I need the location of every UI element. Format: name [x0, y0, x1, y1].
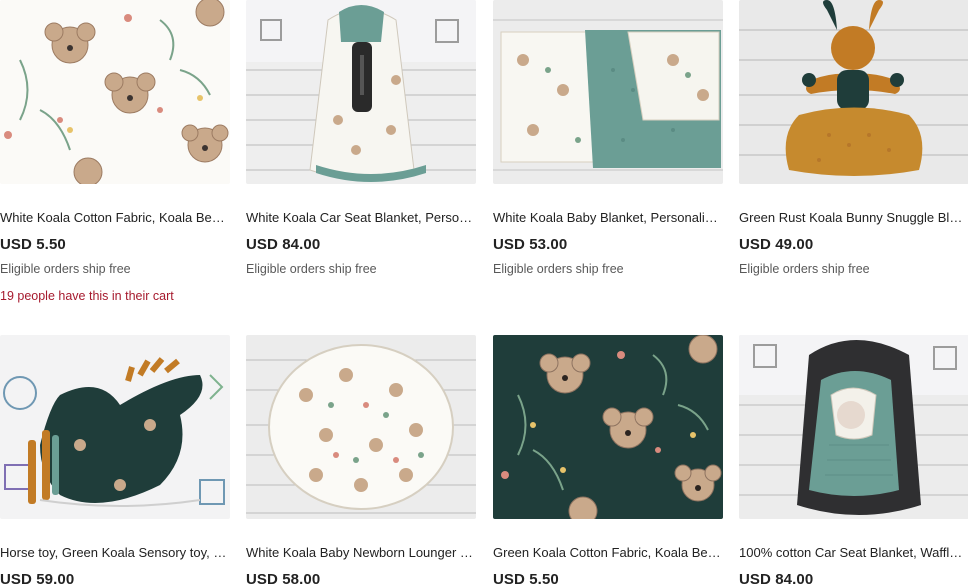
listing-card[interactable]: White Koala Baby Blanket, Personalized..… [493, 0, 723, 276]
listing-card[interactable]: Horse toy, Green Koala Sensory toy, Plu.… [0, 335, 230, 588]
listing-price: USD 53.00 [493, 236, 568, 253]
listing-card[interactable]: White Koala Car Seat Blanket, Personali.… [246, 0, 476, 276]
listing-title[interactable]: 100% cotton Car Seat Blanket, Waffle a..… [739, 545, 968, 561]
listing-image-horse-sensory-toy[interactable] [0, 335, 230, 519]
shipping-note: Eligible orders ship free [0, 262, 131, 276]
shipping-note: Eligible orders ship free [246, 262, 377, 276]
listing-price: USD 58.00 [246, 571, 321, 588]
shipping-note: Eligible orders ship free [739, 262, 870, 276]
listing-card[interactable]: 100% cotton Car Seat Blanket, Waffle a..… [739, 335, 968, 588]
listing-price: USD 5.50 [0, 236, 66, 253]
listing-title[interactable]: White Koala Car Seat Blanket, Personali.… [246, 210, 476, 226]
listing-card[interactable]: Green Rust Koala Bunny Snuggle Blank... … [739, 0, 968, 276]
listing-image-baby-blanket-minky[interactable] [493, 0, 723, 184]
listing-image-newborn-lounger[interactable] [246, 335, 476, 519]
listing-price: USD 59.00 [0, 571, 75, 588]
listing-card[interactable]: Green Koala Cotton Fabric, Koala Bears..… [493, 335, 723, 588]
listing-title[interactable]: Horse toy, Green Koala Sensory toy, Plu.… [0, 545, 230, 561]
listing-grid: White Koala Cotton Fabric, Koala Bears .… [0, 0, 968, 588]
listing-title[interactable]: Green Koala Cotton Fabric, Koala Bears..… [493, 545, 723, 561]
listing-title[interactable]: Green Rust Koala Bunny Snuggle Blank... [739, 210, 968, 226]
listing-image-white-koala-fabric[interactable] [0, 0, 230, 184]
shipping-note: Eligible orders ship free [493, 262, 624, 276]
listing-price: USD 84.00 [246, 236, 321, 253]
listing-image-car-seat-waffle-blanket[interactable] [739, 335, 968, 519]
listing-price: USD 84.00 [739, 571, 814, 588]
listing-image-bunny-snuggle-toy[interactable] [739, 0, 968, 184]
listing-image-green-koala-fabric[interactable] [493, 335, 723, 519]
listing-title[interactable]: White Koala Cotton Fabric, Koala Bears .… [0, 210, 230, 226]
listing-image-car-seat-blanket-white[interactable] [246, 0, 476, 184]
cart-count-note: 19 people have this in their cart [0, 289, 174, 303]
listing-card[interactable]: White Koala Baby Newborn Lounger Co... U… [246, 335, 476, 588]
listing-price: USD 5.50 [493, 571, 559, 588]
listing-card[interactable]: White Koala Cotton Fabric, Koala Bears .… [0, 0, 230, 303]
listing-title[interactable]: White Koala Baby Blanket, Personalized..… [493, 210, 723, 226]
listing-title[interactable]: White Koala Baby Newborn Lounger Co... [246, 545, 476, 561]
listing-price: USD 49.00 [739, 236, 814, 253]
